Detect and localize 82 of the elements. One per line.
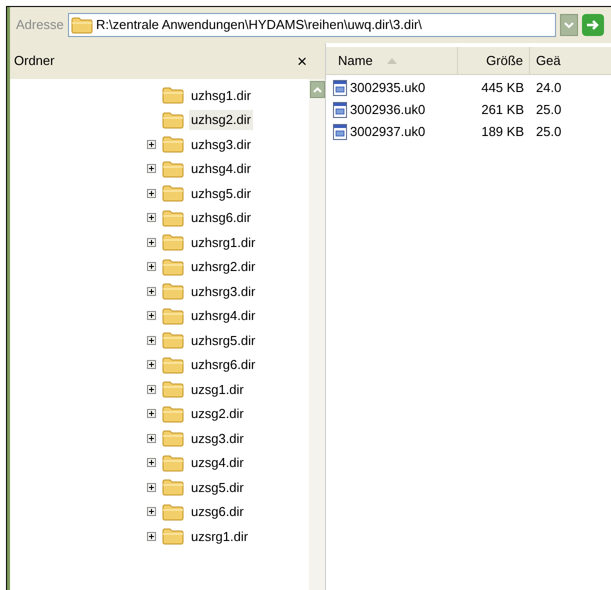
sort-up-icon xyxy=(386,58,397,64)
go-button[interactable] xyxy=(582,14,604,36)
column-header[interactable]: Name xyxy=(326,47,458,74)
file-name[interactable]: 3002937.uk0 xyxy=(350,122,426,142)
expand-icon[interactable] xyxy=(147,213,156,222)
folder-item[interactable]: uzhsg6.dir xyxy=(189,208,253,228)
expand-icon[interactable] xyxy=(147,458,156,468)
expand-icon[interactable] xyxy=(147,164,156,174)
expand-icon[interactable] xyxy=(147,238,156,247)
folder-item[interactable]: uzsg1.dir xyxy=(189,380,246,399)
expand-icon[interactable] xyxy=(147,140,156,149)
folder-item[interactable]: uzhsrg4.dir xyxy=(189,306,258,326)
expand-icon[interactable] xyxy=(147,311,156,320)
folder-icon xyxy=(162,86,184,104)
file-size: 189 KB xyxy=(480,123,525,142)
file-size: 261 KB xyxy=(480,101,525,120)
folder-icon xyxy=(162,233,184,252)
folder-item[interactable]: uzhsrg5.dir xyxy=(189,330,258,350)
expand-icon[interactable] xyxy=(147,384,156,394)
chevron-up-icon xyxy=(312,86,322,92)
scrollbar[interactable] xyxy=(309,79,325,590)
folder-item[interactable]: uzsg5.dir xyxy=(189,478,246,497)
folder-icon xyxy=(162,135,184,154)
folder-item[interactable]: uzsg6.dir xyxy=(189,502,246,522)
folder-item[interactable]: uzsg3.dir xyxy=(189,428,246,448)
address-label: Adresse xyxy=(15,16,64,34)
expand-icon[interactable] xyxy=(147,532,156,541)
expand-icon[interactable] xyxy=(147,434,156,443)
file-name[interactable]: 3002936.uk0 xyxy=(350,100,426,120)
folder-item[interactable]: uzhsg5.dir xyxy=(189,184,253,203)
folder-item[interactable]: uzhsrg3.dir xyxy=(189,282,258,301)
expand-icon[interactable] xyxy=(147,360,156,370)
column-header[interactable]: Größe xyxy=(458,47,530,74)
folder-icon xyxy=(162,160,184,178)
folder-icon xyxy=(162,478,184,496)
expand-icon[interactable] xyxy=(147,482,156,492)
expand-icon[interactable] xyxy=(147,336,156,345)
folder-icon xyxy=(162,208,184,227)
folder-icon xyxy=(162,454,184,472)
file-icon xyxy=(333,80,347,96)
close-button[interactable]: × xyxy=(297,52,307,70)
folder-icon xyxy=(71,16,93,34)
dropdown-button[interactable] xyxy=(560,14,578,36)
column-header[interactable]: Geä xyxy=(530,47,611,74)
folder-icon xyxy=(162,258,184,276)
expand-icon[interactable] xyxy=(147,188,156,198)
folder-item[interactable]: uzhsg1.dir xyxy=(189,86,253,105)
folder-item[interactable]: uzhsrg6.dir xyxy=(189,355,258,374)
folder-item[interactable]: uzhsg2.dir xyxy=(189,110,253,130)
folder-item[interactable]: uzsg2.dir xyxy=(189,404,246,424)
folder-icon xyxy=(162,306,184,325)
file-name[interactable]: 3002935.uk0 xyxy=(350,78,426,98)
file-date: 25.0 xyxy=(535,123,562,142)
folder-icon xyxy=(162,282,184,300)
expand-icon[interactable] xyxy=(147,262,156,272)
folder-icon xyxy=(162,527,184,546)
folder-item[interactable]: uzhsrg1.dir xyxy=(189,232,258,252)
folder-icon xyxy=(162,404,184,423)
expand-icon[interactable] xyxy=(147,286,156,296)
file-size: 445 KB xyxy=(480,79,525,98)
folder-item[interactable]: uzsrg1.dir xyxy=(189,526,250,546)
expand-icon[interactable] xyxy=(147,409,156,418)
folder-icon xyxy=(162,429,184,448)
folder-item[interactable]: uzhsg3.dir xyxy=(189,134,253,154)
chevron-down-icon xyxy=(564,22,574,28)
file-icon xyxy=(333,124,347,140)
folder-icon xyxy=(162,356,184,374)
folder-icon xyxy=(162,331,184,350)
file-icon xyxy=(333,102,347,118)
address-field[interactable]: R:\zentrale Anwendungen\HYDAMS\reihen\uwq.dir\3.dir\ xyxy=(68,13,556,37)
folder-icon xyxy=(162,184,184,202)
arrow-right-icon xyxy=(586,19,600,31)
folder-item[interactable]: uzhsrg2.dir xyxy=(189,257,258,276)
folders-pane-title: Ordner xyxy=(14,52,54,70)
folder-icon xyxy=(162,110,184,129)
expand-icon[interactable] xyxy=(147,507,156,516)
folder-icon xyxy=(162,502,184,521)
file-date: 25.0 xyxy=(535,101,562,120)
folder-icon xyxy=(162,380,184,398)
file-date: 24.0 xyxy=(535,79,562,98)
folder-item[interactable]: uzhsg4.dir xyxy=(189,159,253,178)
folder-item[interactable]: uzsg4.dir xyxy=(189,453,246,472)
